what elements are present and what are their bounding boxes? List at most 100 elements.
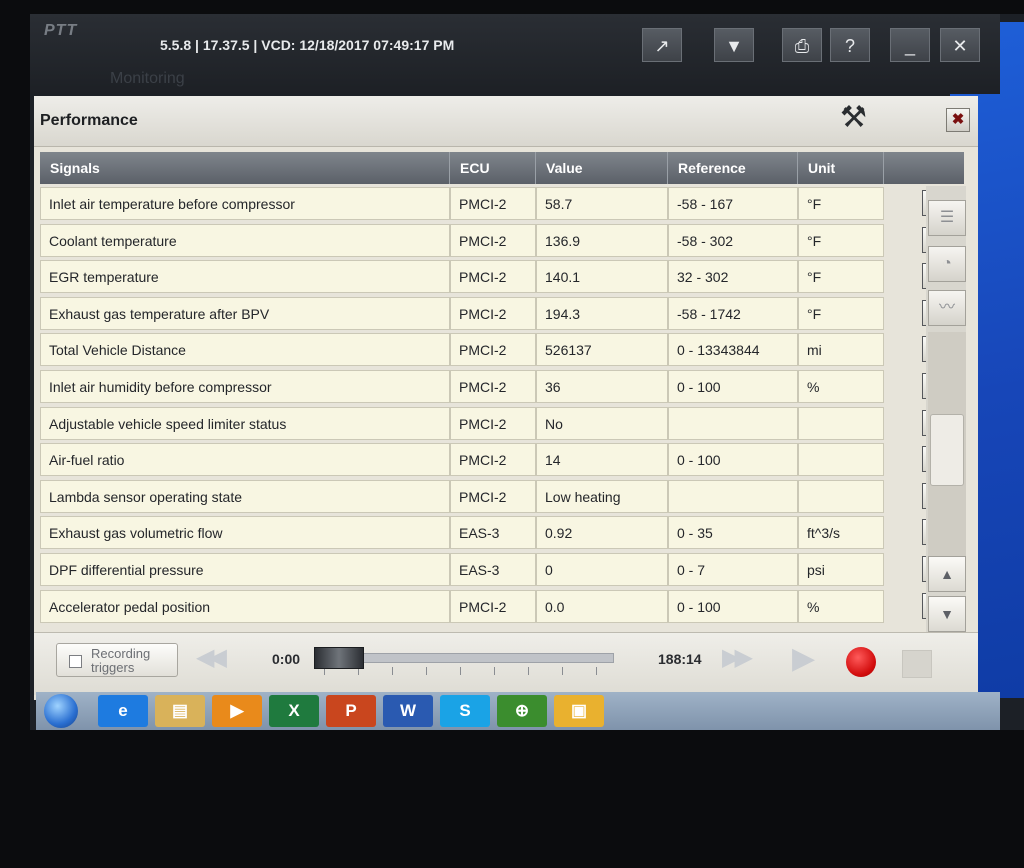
help-icon: ? xyxy=(844,36,855,56)
reference-range: -58 - 167 xyxy=(668,187,798,220)
table-row[interactable]: DPF differential pressureEAS-300 - 7psii xyxy=(40,552,950,587)
window-header: Performance ⚒ ✖ xyxy=(34,96,978,147)
column-unit[interactable]: Unit xyxy=(798,152,884,184)
table-row[interactable]: Coolant temperature PMCI-2 136.9 -58 - 302 °… xyxy=(40,223,950,258)
reference-range xyxy=(668,479,798,513)
table-row[interactable]: Inlet air humidity before compressor PMCI… xyxy=(40,369,950,404)
start-button[interactable] xyxy=(44,694,78,728)
table-row[interactable]: Air-fuel ratioPMCI-2140 - 100i xyxy=(40,442,950,477)
signal-value: 0.0 xyxy=(536,589,668,623)
unit-value: psi xyxy=(798,553,884,586)
table-row[interactable]: Lambda sensor operating state PMCI-2 Low h… xyxy=(40,479,950,514)
list-view-button[interactable]: ☰ xyxy=(928,200,966,236)
rewind-icon[interactable]: ◀◀ xyxy=(196,643,227,672)
forward-icon: ↗ xyxy=(654,36,670,56)
dropdown-button[interactable]: ▼ xyxy=(714,28,754,62)
signal-name: EGR temperature xyxy=(40,260,450,294)
column-value[interactable]: Value xyxy=(536,152,668,184)
record-button[interactable] xyxy=(846,647,876,677)
reference-range: 0 - 100 xyxy=(668,589,798,623)
stop-button[interactable] xyxy=(902,650,932,678)
help-button[interactable]: ? xyxy=(830,28,870,62)
fast-forward-icon[interactable]: ▶▶ xyxy=(722,643,753,672)
graph-view-button[interactable]: 〰 xyxy=(928,290,966,326)
scrollbar-thumb[interactable] xyxy=(930,414,964,486)
play-icon[interactable]: ▶ xyxy=(792,641,815,676)
table-row[interactable]: Exhaust gas temperature after BPV PMCI-2 1… xyxy=(40,296,950,331)
table-row[interactable]: Adjustable vehicle speed limiter status P… xyxy=(40,406,950,441)
signal-value: Low heating xyxy=(536,479,668,513)
playback-slider-handle[interactable] xyxy=(314,647,364,669)
playback-controls: Recording triggers ◀◀ 0:00 188:14 ▶▶ ▶ xyxy=(34,632,978,695)
graph-view-icon: 〰 xyxy=(938,299,955,316)
column-signals[interactable]: Signals xyxy=(40,152,450,184)
signal-name: DPF differential pressure xyxy=(40,553,450,586)
internet-explorer-icon[interactable]: e xyxy=(98,695,148,727)
ecu-value: PMCI-2 xyxy=(450,223,536,257)
minimize-button[interactable]: _ xyxy=(890,28,930,62)
diagnostic-app-icon[interactable]: ▣ xyxy=(554,695,604,727)
reference-range: -58 - 302 xyxy=(668,223,798,257)
scroll-up-button[interactable]: ▲ xyxy=(928,556,966,592)
scroll-down-button[interactable]: ▼ xyxy=(928,596,966,632)
app-close-button[interactable]: ✕ xyxy=(940,28,980,62)
signal-name: Exhaust gas volumetric flow xyxy=(40,516,450,550)
signal-name: Total Vehicle Distance xyxy=(40,333,450,367)
signal-value: 14 xyxy=(536,443,668,477)
table-row[interactable]: Exhaust gas volumetric flow EAS-3 0.92 0 - … xyxy=(40,515,950,550)
media-player-icon[interactable]: ▶ xyxy=(212,695,262,727)
table-header: Signals ECU Value Reference Unit xyxy=(40,152,964,184)
ecu-value: PMCI-2 xyxy=(450,406,536,440)
windows-taskbar: e ▤ ▶ X P W S ⊕ ▣ xyxy=(36,692,1000,730)
recording-triggers-label: Recording triggers xyxy=(91,646,151,675)
reference-range: 0 - 7 xyxy=(668,553,798,586)
app-title: 5.5.8 | 17.37.5 | VCD: 12/18/2017 07:49:… xyxy=(160,37,455,53)
table-row[interactable]: Total Vehicle Distance PMCI-2 526137 0 - 13… xyxy=(40,332,950,367)
skype-icon[interactable]: S xyxy=(440,695,490,727)
gauge-view-button[interactable]: ◔ xyxy=(928,246,966,282)
signal-name: Accelerator pedal position xyxy=(40,589,450,623)
unit-value: % xyxy=(798,589,884,623)
signal-value: 194.3 xyxy=(536,296,668,330)
signal-value: 0.92 xyxy=(536,516,668,550)
close-icon: ✖ xyxy=(951,111,965,128)
reference-range xyxy=(668,406,798,440)
list-view-icon: ☰ xyxy=(939,209,955,226)
window-close-button[interactable]: ✖ xyxy=(946,108,970,132)
signal-name: Inlet air temperature before compressor xyxy=(40,187,450,220)
file-explorer-icon[interactable]: ▤ xyxy=(155,695,205,727)
table-row[interactable]: Accelerator pedal position PMCI-2 0.0 0 - 1… xyxy=(40,589,950,624)
ecu-value: PMCI-2 xyxy=(450,443,536,477)
powerpoint-icon[interactable]: P xyxy=(326,695,376,727)
close-icon: ✕ xyxy=(952,36,968,56)
minimize-icon: _ xyxy=(904,36,915,56)
column-ecu[interactable]: ECU xyxy=(450,152,536,184)
unit-value: % xyxy=(798,370,884,403)
column-reference[interactable]: Reference xyxy=(668,152,798,184)
magnifier-icon[interactable]: ⊕ xyxy=(497,695,547,727)
ecu-value: EAS-3 xyxy=(450,553,536,586)
signal-name: Inlet air humidity before compressor xyxy=(40,370,450,403)
word-icon[interactable]: W xyxy=(383,695,433,727)
excel-icon[interactable]: X xyxy=(269,695,319,727)
unit-value: °F xyxy=(798,187,884,220)
recording-triggers-toggle[interactable]: Recording triggers xyxy=(56,643,178,677)
column-info xyxy=(884,152,964,184)
table-row[interactable]: EGR temperaturePMCI-2140.132 - 302°Fi xyxy=(40,259,950,294)
gauge-view-icon: ◔ xyxy=(942,255,952,272)
table-row[interactable]: Inlet air temperature before compressor P… xyxy=(40,186,950,221)
signal-value: 526137 xyxy=(536,333,668,367)
recording-triggers-checkbox[interactable] xyxy=(69,655,82,668)
unit-value xyxy=(798,479,884,513)
signal-value: No xyxy=(536,406,668,440)
ecu-value: PMCI-2 xyxy=(450,296,536,330)
signal-name: Adjustable vehicle speed limiter status xyxy=(40,406,450,440)
tools-icon[interactable]: ⚒ xyxy=(840,100,867,135)
signal-value: 140.1 xyxy=(536,260,668,294)
print-button[interactable]: ⎙ xyxy=(782,28,822,62)
unit-value: °F xyxy=(798,223,884,257)
forward-button[interactable]: ↗ xyxy=(642,28,682,62)
signal-name: Coolant temperature xyxy=(40,223,450,257)
ecu-value: PMCI-2 xyxy=(450,187,536,220)
arrow-down-icon: ▼ xyxy=(940,606,954,622)
